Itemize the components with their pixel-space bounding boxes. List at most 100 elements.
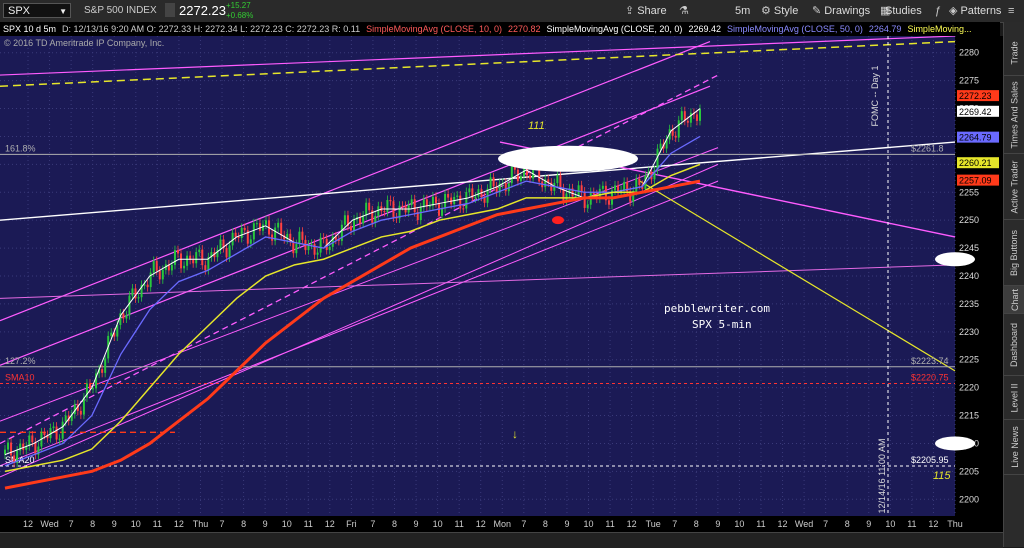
style-button[interactable]: ⚙ Style [758, 3, 801, 19]
symbol-input[interactable]: SPX ▼ [3, 3, 71, 18]
x-tick-label: Thu [193, 519, 209, 529]
candle-body [383, 211, 386, 213]
x-tick-label: 7 [69, 519, 74, 529]
y-tick-label: 2225 [959, 355, 979, 365]
flask-button[interactable]: ⚗ [676, 3, 695, 19]
y-tick-label: 2220 [959, 383, 979, 393]
fx-icon: ƒ [935, 5, 942, 17]
share-button[interactable]: ⇪ Share [622, 3, 670, 19]
candle-body [152, 260, 155, 273]
candle-body [310, 243, 313, 245]
candle-body [176, 250, 179, 254]
x-tick-label: 10 [282, 519, 292, 529]
y-tick-label: 2255 [959, 187, 979, 197]
candle-body [243, 227, 246, 231]
menu-button[interactable]: ≡ [1005, 3, 1020, 19]
x-tick-label: 11 [907, 519, 916, 529]
x-tick-label: Mon [494, 519, 512, 529]
x-tick-label: 12 [174, 519, 184, 529]
candle-body [237, 236, 240, 238]
tab-level-ii[interactable]: Level II [1004, 376, 1024, 420]
watermark-site: pebblewriter.com [664, 302, 770, 315]
fx-button[interactable]: ƒ [932, 3, 947, 19]
patterns-button[interactable]: ◈ Patterns [946, 3, 1004, 19]
candle-body [43, 432, 46, 435]
candle-body [368, 202, 371, 211]
patterns-label: Patterns [960, 5, 1002, 17]
candle-body [477, 189, 480, 197]
drawings-button[interactable]: ✎ Drawings [809, 3, 873, 19]
candle-body [240, 227, 243, 238]
tab-active-trader[interactable]: Active Trader [1004, 154, 1024, 220]
x-tick-label: 11 [605, 519, 614, 529]
candle-body [192, 259, 195, 264]
flask-icon: ⚗ [679, 5, 689, 17]
dropdown-icon[interactable] [165, 3, 175, 17]
candle-body [319, 237, 322, 253]
tab-times-and-sales[interactable]: Times And Sales [1004, 76, 1024, 154]
tab-trade[interactable]: Trade [1004, 30, 1024, 76]
candle-body [419, 207, 422, 221]
chevron-down-icon[interactable]: ▼ [59, 4, 67, 19]
candle-body [413, 199, 416, 213]
y-tick-label: 2205 [959, 466, 979, 476]
sma10-value: 2270.82 [507, 24, 541, 34]
candle-body [137, 297, 140, 299]
candle-body [686, 120, 689, 123]
candle-body [249, 239, 252, 244]
candle-body [459, 195, 462, 209]
candle-body [79, 410, 82, 415]
candle-body [195, 252, 198, 264]
tab-label: Live News [1009, 426, 1020, 468]
x-tick-label: 11 [454, 519, 463, 529]
candle-body [88, 383, 91, 389]
tab-label: Chart [1009, 288, 1020, 311]
price-chart[interactable]: 2200220522102215222022252230223522402245… [0, 36, 1003, 532]
x-tick-label: 7 [521, 519, 526, 529]
candle-body [58, 438, 61, 440]
candle-body [695, 114, 698, 121]
candle-body [52, 426, 55, 429]
tab-big-buttons[interactable]: Big Buttons [1004, 220, 1024, 286]
last-price: 2272.23 [179, 3, 226, 18]
x-tick-label: 7 [823, 519, 828, 529]
tab-label: Trade [1009, 40, 1020, 65]
symbol-text: SPX [8, 5, 31, 17]
candle-body [677, 120, 680, 138]
style-label: Style [773, 5, 799, 17]
candle-body [574, 195, 577, 197]
candle-body [146, 284, 149, 288]
y-tick-label: 2250 [959, 215, 979, 225]
x-tick-label: 12 [778, 519, 788, 529]
candle-body [125, 315, 128, 319]
studies-text-button[interactable]: Studies [879, 3, 925, 19]
candle-body [389, 200, 392, 202]
copyright-text: © 2016 TD Ameritrade IP Company, Inc. [4, 38, 164, 48]
x-tick-label: Wed [40, 519, 58, 529]
sma50-label: SimpleMovingAvg (CLOSE, 50, 0) [726, 24, 863, 34]
x-tick-label: 12 [627, 519, 637, 529]
chart-info-bar: SPX 10 d 5m D: 12/13/16 9:20 AM O: 2272.3… [0, 22, 1000, 36]
timeframe-button[interactable]: 5m [732, 3, 753, 19]
chart-scrollbar[interactable] [0, 532, 1003, 548]
fomc-date-label: 12/14/16 11:00 AM [877, 439, 887, 514]
candle-body [349, 226, 352, 231]
x-tick-label: 10 [734, 519, 744, 529]
candle-body [586, 204, 589, 208]
x-tick-label: 8 [241, 519, 246, 529]
tab-dashboard[interactable]: Dashboard [1004, 314, 1024, 376]
x-tick-label: 12 [476, 519, 486, 529]
price-tag-text: 2260.21 [959, 158, 992, 168]
x-tick-label: Fri [346, 519, 357, 529]
share-icon: ⇪ [625, 5, 635, 17]
candle-body [228, 245, 231, 258]
x-tick-label: 10 [584, 519, 594, 529]
tab-label: Times And Sales [1009, 80, 1020, 149]
candle-body [601, 185, 604, 189]
edge-ellipse [935, 252, 975, 267]
tab-live-news[interactable]: Live News [1004, 420, 1024, 475]
tab-chart[interactable]: Chart [1004, 286, 1024, 314]
candle-body [292, 241, 295, 254]
candle-body [659, 143, 662, 149]
candle-body [173, 250, 176, 265]
